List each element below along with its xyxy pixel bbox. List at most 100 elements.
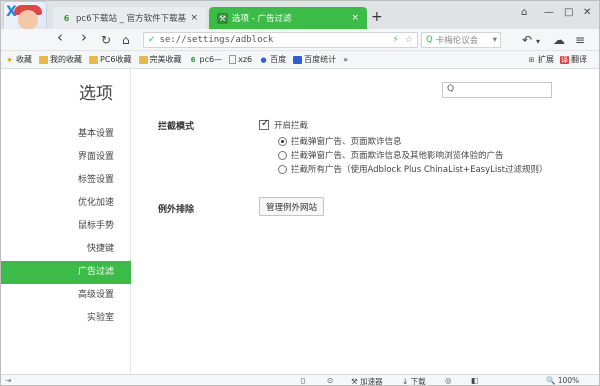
translate-button[interactable]: 译 翻译	[560, 54, 587, 65]
chevron-down-icon[interactable]: ▾	[536, 34, 540, 50]
browser-window: X 6 pc6下载站 _ 官方软件下载基地_ × ⚒ 选项 - 广告过滤 × +…	[0, 0, 600, 386]
folder-icon	[89, 55, 98, 64]
manage-exceptions-button[interactable]: 管理例外网站	[259, 197, 325, 216]
menu-icon[interactable]: ≡	[575, 32, 585, 48]
bookmark-star-icon[interactable]: ☆	[405, 35, 413, 45]
sidebar-toggle-icon[interactable]: ⇥	[5, 376, 11, 385]
sidebar-item-advanced[interactable]: 高级设置	[1, 284, 131, 307]
sidebar-item-interface[interactable]: 界面设置	[1, 146, 131, 169]
bookmark-label: 我的收藏	[50, 55, 82, 64]
bookmark-baidu-stats[interactable]: 百度统计	[293, 54, 336, 65]
tab-close-icon[interactable]: ×	[190, 13, 198, 23]
navigation-bar: ‹ › ↻ ⌂ ✓ se://settings/adblock ⚡ ☆ Q 卡梅…	[1, 29, 599, 51]
bookmark-favorites[interactable]: ★ 收藏	[5, 54, 32, 65]
avatar-face	[18, 10, 38, 30]
adblock-option-popup-and-others[interactable]: 拦截弹窗广告、页面欺诈信息及其他影响浏览体验的广告	[278, 149, 504, 161]
page-title: 选项	[79, 84, 113, 104]
search-icon: Q	[426, 35, 433, 45]
radio-label: 拦截弹窗广告、页面欺诈信息及其他影响浏览体验的广告	[291, 151, 504, 161]
back-icon[interactable]: ‹	[57, 29, 63, 45]
enable-adblock-label: 开启拦截	[274, 121, 309, 131]
translate-label: 翻译	[571, 55, 587, 64]
settings-page: 选项 基本设置 界面设置 标签设置 优化加速 鼠标手势 快捷键 广告过滤 高级设…	[1, 69, 599, 374]
bookmark-pc6[interactable]: 6 pc6—	[189, 55, 223, 64]
radio-label: 拦截所有广告（使用Adblock Plus ChinaList+EasyList…	[291, 165, 548, 175]
browser-logo-icon: X	[6, 4, 17, 20]
tab-pc6[interactable]: 6 pc6下载站 _ 官方软件下载基地_ ×	[53, 7, 206, 29]
cloud-icon[interactable]: ☁	[553, 32, 565, 48]
minimize-icon[interactable]: —	[544, 7, 554, 18]
bookmark-label: pc6—	[199, 55, 223, 64]
reload-icon[interactable]: ↻	[101, 32, 111, 48]
close-window-icon[interactable]: ✕	[583, 7, 591, 18]
forward-icon[interactable]: ›	[81, 29, 87, 45]
undo-icon[interactable]: ↶	[522, 32, 532, 48]
bookmarks-bar: ★ 收藏 我的收藏 PC6收藏 完美收藏 6 pc6— xz6 ● 百度 百度统…	[1, 51, 599, 69]
bookmark-perfect-favorites[interactable]: 完美收藏	[138, 54, 182, 65]
translate-icon: 译	[560, 55, 569, 64]
settings-favicon-icon: ⚒	[217, 12, 228, 24]
tab-close-icon[interactable]: ×	[351, 13, 359, 23]
adblock-mode-label: 拦截模式	[158, 122, 195, 132]
accelerator-button[interactable]: ⚒ 加速器	[351, 376, 383, 385]
address-bar[interactable]: ✓ se://settings/adblock ⚡ ☆	[143, 32, 418, 48]
home-icon[interactable]: ⌂	[122, 32, 130, 48]
enable-adblock-row[interactable]: ✓ 开启拦截	[259, 118, 309, 131]
enable-adblock-checkbox[interactable]: ✓	[259, 118, 269, 130]
sidebar-item-mouse-gestures[interactable]: 鼠标手势	[1, 215, 131, 238]
extensions-button[interactable]: ⊞ 扩展	[527, 54, 554, 65]
bookmark-xz6[interactable]: xz6	[229, 55, 252, 64]
baidu-paw-icon: ●	[260, 55, 267, 64]
radio-button[interactable]	[278, 164, 287, 174]
radio-button[interactable]	[278, 136, 287, 146]
sidebar-item-shortcuts[interactable]: 快捷键	[1, 238, 131, 261]
capture-icon[interactable]: ◎	[445, 376, 452, 385]
folder-icon	[39, 55, 48, 64]
radio-button[interactable]	[278, 150, 287, 160]
url-text[interactable]: se://settings/adblock	[160, 35, 274, 45]
bookmark-pc6-favorites[interactable]: PC6收藏	[89, 54, 132, 65]
new-tab-button[interactable]: +	[371, 9, 383, 25]
bookmarks-right-group: ⊞ 扩展 译 翻译	[527, 54, 593, 65]
sidebar-item-tabs[interactable]: 标签设置	[1, 169, 131, 192]
skin-icon[interactable]: ⌂	[521, 7, 527, 18]
history-icon[interactable]: ⊙	[327, 376, 333, 385]
tab-title: pc6下载站 _ 官方软件下载基地_	[76, 14, 187, 24]
phone-icon[interactable]: ▯	[301, 376, 305, 385]
settings-search-input[interactable]: Q	[442, 82, 552, 98]
reader-icon[interactable]: ◧	[471, 376, 478, 385]
adblock-option-all[interactable]: 拦截所有广告（使用Adblock Plus ChinaList+EasyList…	[278, 163, 547, 175]
sidebar-item-optimize[interactable]: 优化加速	[1, 192, 131, 215]
tab-settings-adblock[interactable]: ⚒ 选项 - 广告过滤 ×	[209, 7, 367, 29]
pc6-icon: 6	[190, 55, 196, 64]
tab-strip: X 6 pc6下载站 _ 官方软件下载基地_ × ⚒ 选项 - 广告过滤 × +…	[1, 1, 599, 37]
bookmark-baidu[interactable]: ● 百度	[259, 54, 287, 65]
bookmark-my-favorites[interactable]: 我的收藏	[39, 54, 82, 65]
maximize-icon[interactable]: □	[564, 7, 573, 18]
folder-icon	[138, 55, 148, 64]
chevron-down-icon[interactable]: ▾	[493, 35, 497, 45]
bookmark-label: PC6收藏	[100, 55, 132, 64]
bookmark-label: 百度	[270, 55, 287, 64]
search-placeholder: 卡梅伦议会	[435, 36, 479, 46]
page-icon	[229, 55, 237, 64]
lightning-icon[interactable]: ⚡	[393, 35, 399, 45]
grid-icon: ⊞	[528, 55, 535, 64]
search-box[interactable]: Q 卡梅伦议会 ▾	[421, 32, 501, 48]
sidebar-item-basic[interactable]: 基本设置	[1, 123, 131, 146]
status-bar: ⇥ ▯ ⊙ ⚒ 加速器 ↓ 下载 ◎ ◧ 🔍 100%	[1, 374, 599, 385]
sidebar-item-lab[interactable]: 实验室	[1, 307, 131, 330]
download-button[interactable]: ↓ 下载	[402, 376, 426, 385]
zoom-level[interactable]: 🔍 100%	[546, 376, 579, 385]
pc6-favicon-icon: 6	[63, 13, 70, 23]
bookmark-label: xz6	[238, 55, 253, 64]
shield-icon: ✓	[148, 35, 156, 45]
baidu-stats-icon	[293, 55, 303, 64]
radio-label: 拦截弹窗广告、页面欺诈信息	[291, 137, 402, 147]
bookmarks-more-icon[interactable]: »	[343, 55, 348, 64]
bookmark-label: 收藏	[16, 55, 32, 64]
adblock-option-popup[interactable]: 拦截弹窗广告、页面欺诈信息	[278, 135, 402, 147]
tab-title: 选项 - 广告过滤	[232, 14, 292, 24]
sidebar-item-adblock[interactable]: 广告过滤	[1, 261, 131, 284]
extensions-label: 扩展	[538, 55, 554, 64]
